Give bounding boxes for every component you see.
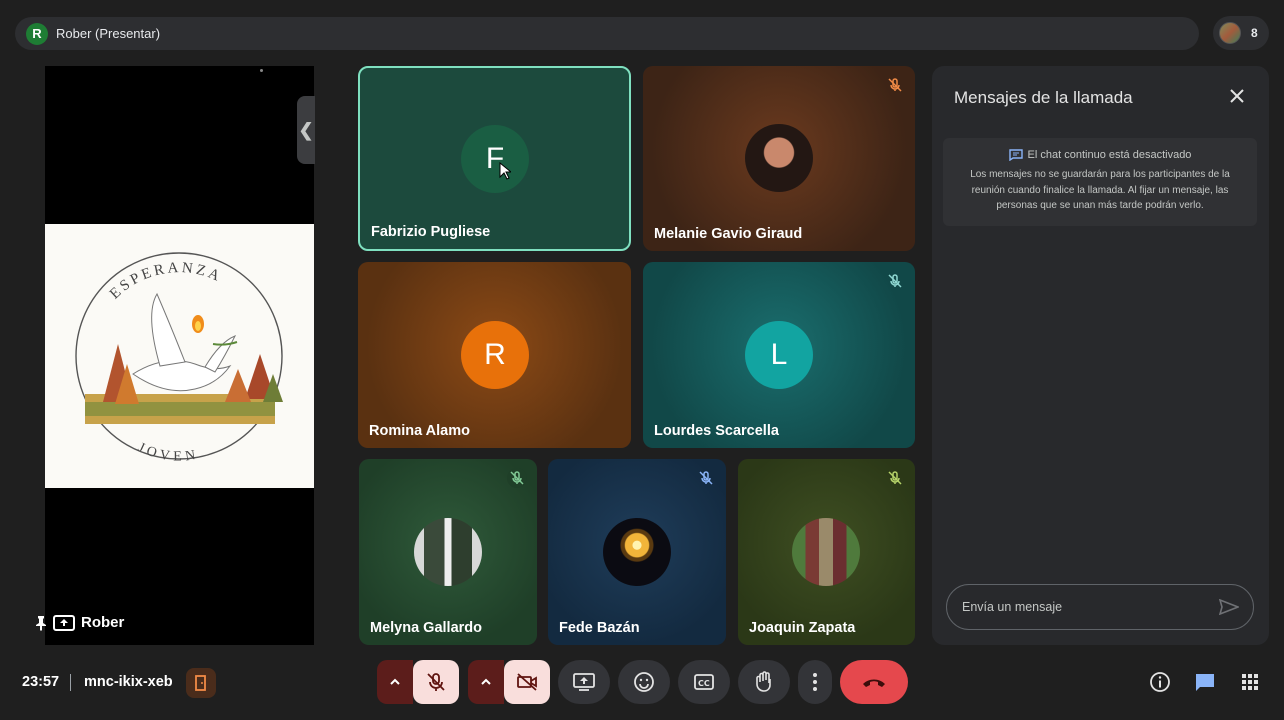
presenter-caption: Rober — [35, 614, 124, 631]
info-icon — [1150, 672, 1170, 692]
captions-button[interactable]: CC — [678, 660, 730, 704]
mouse-cursor-icon — [499, 162, 511, 180]
presenter-avatar: R — [26, 22, 48, 45]
participant-photo — [745, 124, 813, 192]
more-options-button[interactable] — [798, 660, 832, 704]
raise-hand-button[interactable] — [738, 660, 790, 704]
chat-bubble-icon — [1008, 149, 1023, 161]
participants-button[interactable]: 8 — [1213, 16, 1269, 50]
presenter-label: Rober (Presentar) — [56, 26, 161, 41]
mic-off-icon — [696, 468, 716, 488]
chat-icon — [1196, 674, 1214, 691]
participant-name: Fede Bazán — [559, 620, 640, 636]
mic-toggle-button[interactable] — [413, 660, 459, 704]
chevron-up-icon — [481, 678, 491, 685]
video-options-button[interactable] — [468, 660, 504, 704]
apps-grid-icon — [1242, 674, 1258, 690]
presenter-bar[interactable]: R Rober (Presentar) — [15, 17, 1199, 50]
close-icon[interactable] — [1227, 86, 1247, 106]
mic-off-icon — [427, 673, 445, 691]
mic-off-icon — [507, 468, 527, 488]
present-screen-icon — [53, 614, 75, 631]
reactions-button[interactable] — [618, 660, 670, 704]
participant-name: Fabrizio Pugliese — [371, 224, 491, 240]
present-screen-icon — [573, 673, 595, 691]
chat-panel: Mensajes de la llamada El chat continuo … — [932, 66, 1269, 645]
participant-name: Melyna Gallardo — [370, 620, 483, 636]
leave-call-button[interactable] — [840, 660, 908, 704]
participant-tile-melyna[interactable]: Melyna Gallardo — [359, 459, 537, 645]
camera-toggle-button[interactable] — [504, 660, 550, 704]
slide-text-bottom: JOVEN — [135, 440, 196, 464]
svg-text:JOVEN: JOVEN — [135, 440, 200, 464]
esperanza-joven-logo: ESPERANZA JOVEN — [75, 252, 283, 465]
svg-text:CC: CC — [698, 679, 710, 688]
meeting-code: mnc-ikix-xeb — [84, 674, 173, 690]
mic-off-icon — [885, 75, 905, 95]
meeting-details-button[interactable] — [1148, 670, 1172, 694]
chat-button[interactable] — [1193, 670, 1217, 694]
captions-icon: CC — [694, 674, 714, 690]
emoji-icon — [634, 672, 654, 692]
meeting-time: 23:57 — [22, 674, 60, 690]
participant-tile-lourdes[interactable]: L Lourdes Scarcella — [643, 262, 915, 448]
chat-notice-body: Los mensajes no se guardarán para los pa… — [970, 169, 1230, 211]
presentation-tile[interactable]: ESPERANZA JOVEN Rober — [36, 66, 314, 645]
participant-photo — [792, 518, 860, 586]
collapse-presentation-button[interactable]: ❮ — [297, 96, 315, 164]
hand-icon — [756, 671, 771, 692]
present-button[interactable] — [558, 660, 610, 704]
chat-title: Mensajes de la llamada — [954, 88, 1133, 107]
chat-message-input[interactable]: Envía un mensaje — [946, 584, 1254, 630]
cursor-dot — [260, 69, 263, 72]
end-call-icon — [863, 679, 885, 687]
presentation-slide: ESPERANZA JOVEN — [45, 224, 314, 488]
participants-avatar-stack — [1219, 22, 1241, 44]
participant-photo — [603, 518, 671, 586]
participant-count: 8 — [1251, 26, 1258, 40]
participant-photo — [414, 518, 482, 586]
participant-avatar: R — [461, 321, 529, 389]
svg-text:ESPERANZA: ESPERANZA — [107, 260, 225, 302]
participant-tile-melanie[interactable]: Melanie Gavio Giraud — [643, 66, 915, 251]
participant-tile-fabrizio[interactable]: F Fabrizio Pugliese — [358, 66, 631, 251]
chevron-up-icon — [390, 678, 400, 685]
pin-icon[interactable] — [35, 615, 47, 631]
mic-off-icon — [885, 468, 905, 488]
door-icon — [195, 675, 206, 691]
slide-text-top: ESPERANZA — [107, 260, 222, 302]
participant-avatar: F — [461, 125, 529, 193]
audio-options-button[interactable] — [377, 660, 413, 704]
divider — [70, 674, 71, 691]
participant-name: Romina Alamo — [369, 423, 470, 439]
participant-tile-joaquin[interactable]: Joaquin Zapata — [738, 459, 915, 645]
send-icon[interactable] — [1219, 599, 1239, 615]
participant-tile-romina[interactable]: R Romina Alamo — [358, 262, 631, 448]
participant-name: Lourdes Scarcella — [654, 423, 779, 439]
chat-notice: El chat continuo está desactivado Los me… — [943, 138, 1257, 226]
chat-input-placeholder: Envía un mensaje — [962, 600, 1063, 614]
participant-avatar: L — [745, 321, 813, 389]
chevron-left-icon: ❮ — [298, 119, 314, 140]
companion-mode-button[interactable] — [186, 668, 216, 698]
participant-tile-fede[interactable]: Fede Bazán — [548, 459, 726, 645]
chat-notice-title: El chat continuo está desactivado — [1027, 149, 1192, 161]
presenter-name: Rober — [81, 614, 125, 631]
participant-name: Melanie Gavio Giraud — [654, 226, 803, 242]
participant-name: Joaquin Zapata — [749, 620, 856, 636]
activities-button[interactable] — [1238, 670, 1262, 694]
camera-off-icon — [517, 673, 537, 691]
mic-off-icon — [885, 271, 905, 291]
more-vert-icon — [813, 673, 817, 691]
